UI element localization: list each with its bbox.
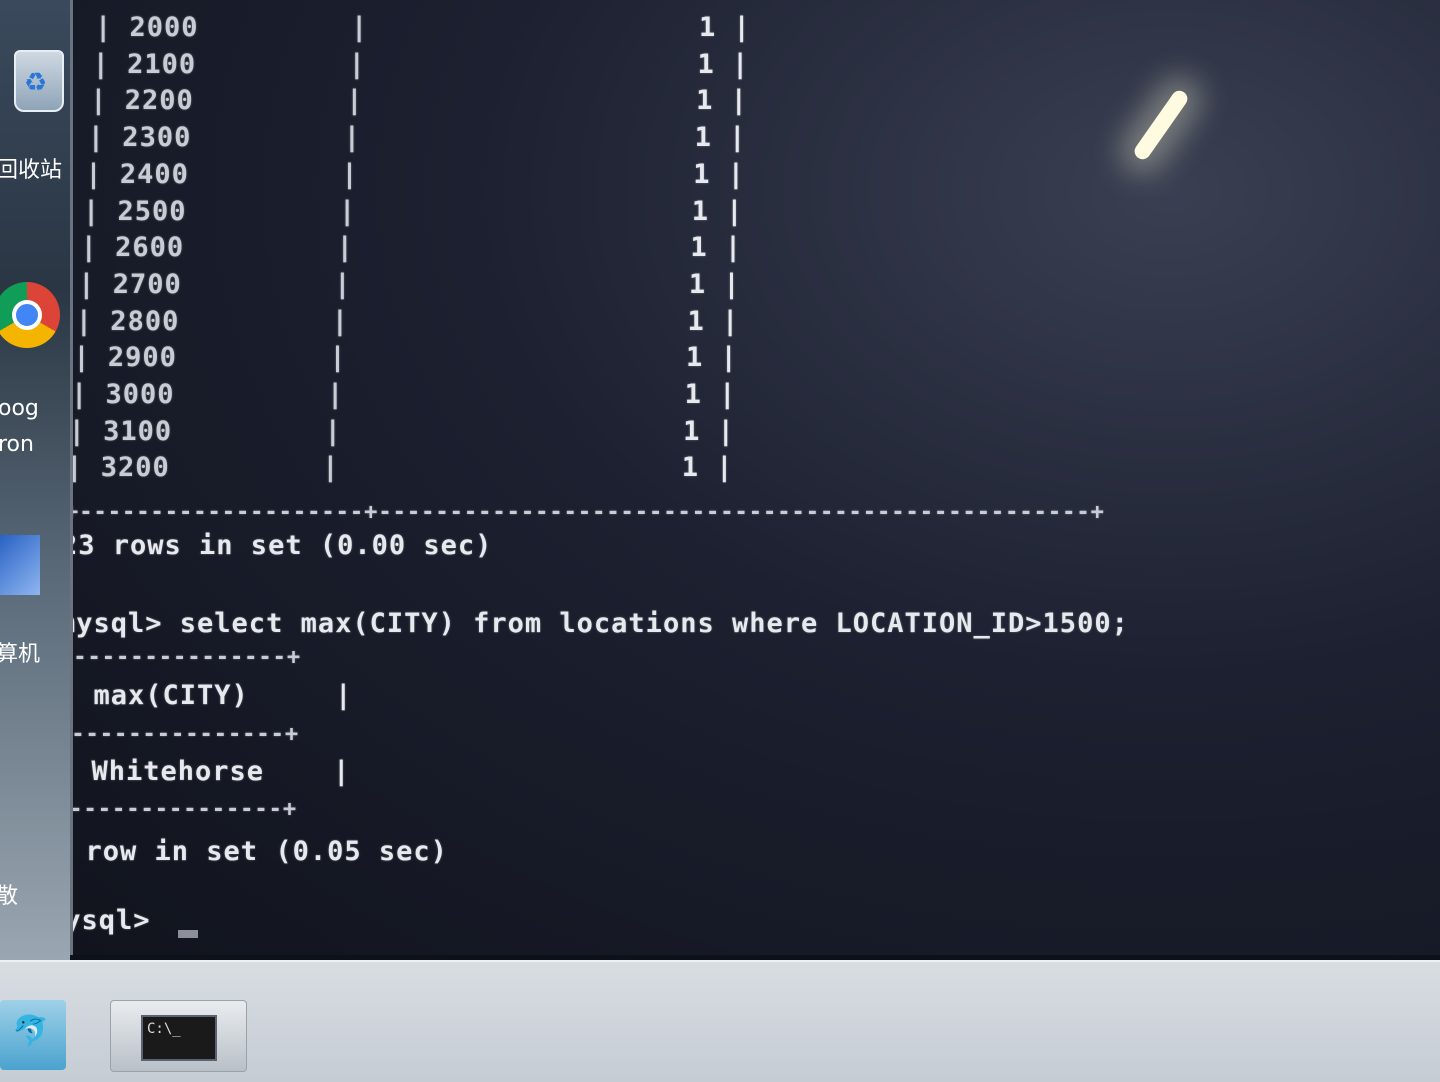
chrome-label-1: oog (0, 396, 39, 421)
cmd-taskbar-button[interactable]: C:\_ (110, 1000, 247, 1072)
chrome-icon[interactable] (0, 282, 64, 352)
table-row-count: 1 | (697, 48, 750, 80)
table-row-count: 1 | (681, 452, 734, 484)
table-row-id: | 2600 (80, 232, 185, 264)
screen-glare (1131, 87, 1191, 163)
dolphin-icon: 🐬 (12, 1014, 50, 1049)
result-summary-1: 23 rows in set (0.00 sec) (70, 530, 493, 561)
mysql-taskbar-button[interactable]: 🐬 (0, 1000, 66, 1070)
table-row-count: 1 | (684, 379, 737, 410)
max-table-header: | max(CITY) | (70, 680, 353, 711)
table-row-count: 1 | (696, 85, 748, 117)
table-row-id: | 2200 (90, 85, 194, 117)
recycle-bin-icon[interactable]: ♻ (4, 40, 64, 112)
desktop-label: 散 (0, 884, 19, 909)
table-row-separator: | (331, 305, 350, 337)
table-row-id: | 2400 (85, 158, 189, 190)
app-icon[interactable] (0, 535, 40, 595)
table-row-separator: | (351, 12, 369, 43)
table-row-separator: | (329, 342, 347, 374)
taskbar: 🐬 C:\_ (0, 960, 1440, 1082)
table-row-count: 1 | (687, 305, 740, 337)
text-cursor (178, 930, 198, 938)
table-row-id: | 3100 (70, 415, 173, 447)
table-row-count: 1 | (688, 268, 741, 300)
max-table-border-bottom: +---------------+ (70, 797, 298, 822)
table-row-id: | 2900 (73, 342, 177, 374)
table-row-id: | 2700 (78, 268, 182, 300)
table-row-separator: | (327, 379, 345, 410)
table-row-id: | 3200 (70, 452, 170, 484)
table-row-separator: | (348, 48, 366, 80)
table-row-separator: | (339, 195, 357, 227)
table-row-id: | 2800 (75, 305, 180, 337)
recycle-bin-label: 回收站 (0, 158, 63, 183)
cmd-icon: C:\_ (141, 1015, 217, 1061)
table-row-count: 1 | (691, 195, 744, 227)
table-row-separator: | (322, 452, 340, 484)
table-row-id: | 3000 (71, 379, 175, 410)
table-row-separator: | (324, 415, 342, 447)
table-row-count: 1 | (693, 158, 746, 190)
max-table-border-top: +---------------+ (70, 645, 302, 670)
table-row-count: 1 | (690, 232, 743, 264)
table-row-count: 1 | (694, 122, 747, 154)
table-row-separator: | (341, 158, 359, 190)
table-row-separator: | (336, 232, 354, 264)
table-row-id: | 2300 (87, 122, 192, 154)
desktop-strip: ♻ 回收站 oog ron 算机 散 (0, 0, 70, 960)
result-summary-2: 1 row in set (0.05 sec) (70, 836, 448, 867)
table-row-count: 1 | (686, 342, 738, 374)
table-row-count: 1 | (683, 415, 735, 447)
table-row-id: | 2000 (95, 12, 199, 43)
table-row-separator: | (334, 268, 352, 300)
query-line: mysql> select max(CITY) from locations w… (70, 608, 1129, 639)
table-row-id: | 2100 (92, 48, 197, 80)
table-row-separator: | (346, 85, 364, 117)
table-row-count: 1 | (699, 12, 751, 43)
mysql-terminal-window[interactable]: | 2000 | 1 | | 2100 | 1 | | 2200 | 1 | | 2300 | 1 |… (70, 0, 1440, 955)
max-table-border-mid: +---------------+ (70, 722, 300, 747)
table-row-id: | 2500 (83, 195, 187, 227)
mysql-prompt[interactable]: mysql> (73, 905, 151, 936)
max-table-value: | Whitehorse | (70, 756, 351, 787)
table-border-bottom: +--------------------+------------------… (70, 500, 1105, 525)
table-row-separator: | (343, 122, 362, 154)
chrome-label-2: ron (0, 432, 34, 457)
computer-label: 算机 (0, 642, 41, 667)
